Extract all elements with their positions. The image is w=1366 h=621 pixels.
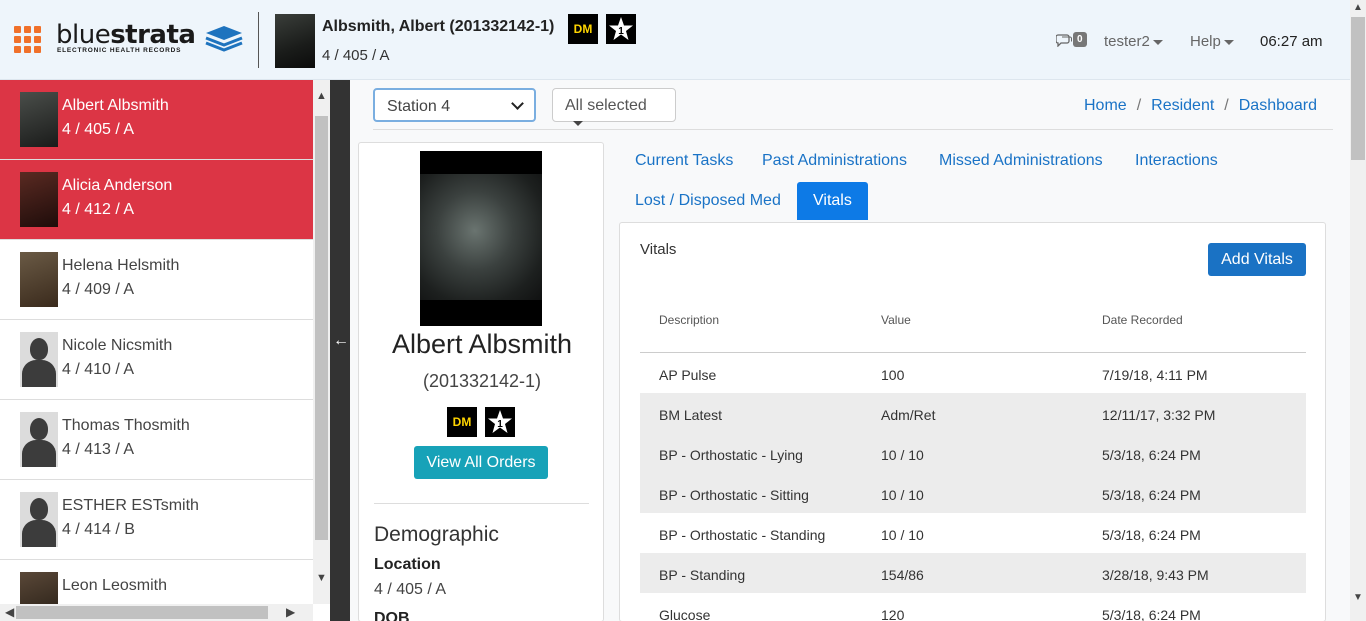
resident-item[interactable]: Thomas Thosmith 4 / 413 / A (0, 400, 313, 480)
table-row[interactable]: BP - Orthostatic - Lying 10 / 10 5/3/18, 6… (640, 433, 1306, 473)
svg-text:1: 1 (618, 26, 624, 37)
header-patient-name: Albsmith, Albert (201332142-1) (322, 18, 555, 35)
resident-photo (420, 151, 542, 326)
scroll-right-icon[interactable]: ▶ (286, 605, 295, 619)
scrollbar-thumb[interactable] (16, 606, 268, 619)
resident-avatar (20, 252, 58, 307)
chat-icon (1056, 33, 1072, 47)
tab-missed-administrations[interactable]: Missed Administrations (923, 142, 1119, 180)
table-row[interactable]: BP - Standing 154/86 3/28/18, 9:43 PM (640, 553, 1306, 593)
location-label: Location (374, 556, 441, 573)
profile-name: Albert Albsmith (391, 329, 573, 359)
tab-past-administrations[interactable]: Past Administrations (746, 142, 923, 180)
demographic-heading: Demographic (374, 523, 499, 546)
silhouette-avatar-icon (20, 492, 58, 547)
user-menu[interactable]: tester2 (1104, 33, 1163, 50)
resident-profile-card: Albert Albsmith (201332142-1) DM 1 View … (358, 142, 604, 621)
scrollbar-thumb[interactable] (1351, 17, 1365, 160)
scroll-up-icon[interactable]: ▲ (1353, 2, 1363, 13)
vitals-title: Vitals (640, 241, 677, 258)
resident-item[interactable]: ESTHER ESTsmith 4 / 414 / B (0, 480, 313, 560)
page-scrollbar[interactable]: ▲ ▼ (1350, 0, 1366, 621)
breadcrumb-home[interactable]: Home (1084, 97, 1127, 115)
resident-item[interactable]: Albert Albsmith 4 / 405 / A (0, 80, 313, 160)
sidebar-collapse-bar[interactable]: ← (330, 80, 350, 621)
scroll-up-icon[interactable]: ▲ (313, 90, 330, 102)
star-badge-icon: 1 (606, 14, 636, 44)
dm-badge-icon: DM (568, 14, 598, 44)
arrow-left-icon[interactable]: ← (333, 332, 349, 350)
table-row[interactable]: BP - Orthostatic - Standing 10 / 10 5/3/18… (640, 513, 1306, 553)
table-header: Description Value Date Recorded (640, 313, 1306, 353)
breadcrumb-dashboard[interactable]: Dashboard (1239, 97, 1317, 115)
resident-item[interactable]: Helena Helsmith 4 / 409 / A (0, 240, 313, 320)
message-count-badge: 0 (1073, 32, 1087, 47)
scrollbar-thumb[interactable] (315, 116, 328, 540)
svg-text:1: 1 (497, 419, 503, 430)
clock-time: 06:27 am (1260, 33, 1323, 50)
table-row[interactable]: BM Latest Adm/Ret 12/11/17, 3:32 PM (640, 393, 1306, 433)
logo-mark-icon (205, 26, 243, 52)
vitals-table: Description Value Date Recorded AP Pulse… (640, 313, 1306, 621)
sidebar-horizontal-scrollbar[interactable]: ◀ ▶ (0, 604, 313, 621)
resident-avatar (20, 92, 58, 147)
apps-grid-icon[interactable] (14, 26, 41, 53)
profile-id: (201332142-1) (422, 371, 542, 391)
view-all-orders-button[interactable]: View All Orders (414, 446, 548, 479)
bluestrata-logo[interactable]: bluestrata ELECTRONIC HEALTH RECORDS (56, 20, 246, 56)
scroll-down-icon[interactable]: ▼ (313, 572, 330, 584)
chevron-down-icon (511, 97, 524, 110)
silhouette-avatar-icon (20, 332, 58, 387)
tab-current-tasks[interactable]: Current Tasks (619, 142, 749, 180)
resident-avatar (20, 572, 58, 604)
sidebar-scrollbar[interactable]: ▲ ▼ (313, 80, 330, 604)
table-row[interactable]: AP Pulse 100 7/19/18, 4:11 PM (640, 353, 1306, 393)
breadcrumb: Home / Resident / Dashboard (1084, 97, 1318, 115)
header-patient-location: 4 / 405 / A (322, 47, 390, 64)
vitals-panel: Vitals Add Vitals Description Value Date… (619, 222, 1326, 621)
tab-interactions[interactable]: Interactions (1119, 142, 1234, 180)
resident-avatar (20, 172, 58, 227)
scroll-down-icon[interactable]: ▼ (1353, 592, 1363, 603)
star-badge-icon: 1 (485, 407, 515, 437)
messages-button[interactable]: 0 (1056, 32, 1087, 47)
resident-list: Albert Albsmith 4 / 405 / A Alicia Ander… (0, 80, 313, 604)
dm-badge-icon: DM (447, 407, 477, 437)
help-menu[interactable]: Help (1190, 33, 1234, 50)
table-row[interactable]: Glucose 120 5/3/18, 6:24 PM (640, 593, 1306, 621)
resident-item[interactable]: Nicole Nicsmith 4 / 410 / A (0, 320, 313, 400)
resident-item[interactable]: Alicia Anderson 4 / 412 / A (0, 160, 313, 240)
app-header: bluestrata ELECTRONIC HEALTH RECORDS Alb… (0, 0, 1350, 80)
table-row[interactable]: BP - Orthostatic - Sitting 10 / 10 5/3/18,… (640, 473, 1306, 513)
tab-vitals[interactable]: Vitals (797, 182, 868, 220)
add-vitals-button[interactable]: Add Vitals (1208, 243, 1306, 276)
silhouette-avatar-icon (20, 412, 58, 467)
main-content: Station 4 All selected Home / Resident /… (350, 80, 1350, 621)
filter-multiselect[interactable]: All selected (552, 88, 676, 127)
caret-down-icon (573, 121, 583, 127)
tab-lost-disposed-med[interactable]: Lost / Disposed Med (619, 182, 797, 220)
station-select[interactable]: Station 4 (373, 88, 536, 122)
location-value: 4 / 405 / A (374, 581, 447, 598)
header-patient-avatar (275, 14, 315, 68)
dob-label: DOB (374, 610, 410, 621)
resident-item[interactable]: Leon Leosmith (0, 560, 313, 604)
scroll-left-icon[interactable]: ◀ (5, 605, 14, 619)
caret-down-icon (1223, 39, 1234, 45)
breadcrumb-resident[interactable]: Resident (1151, 97, 1214, 115)
caret-down-icon (1152, 39, 1163, 45)
